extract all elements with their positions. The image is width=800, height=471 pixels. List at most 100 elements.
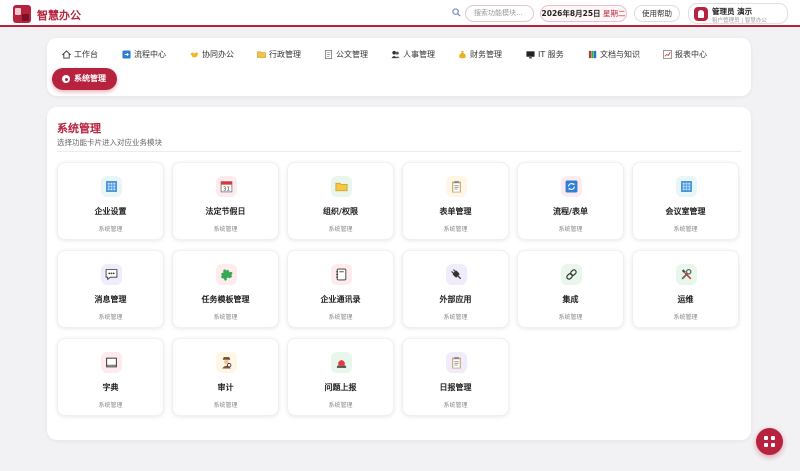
folder-icon: [257, 51, 266, 58]
date-display: 2026年8月25日 星期二: [540, 5, 627, 22]
nav-label: IT 服务: [538, 49, 564, 59]
user-role: 租户管理员 | 智慧办公: [712, 18, 767, 24]
nav-item-flow-center[interactable]: 流程中心: [122, 47, 166, 61]
people-icon: [391, 50, 400, 58]
tile-name: 日报管理: [439, 383, 472, 392]
apps-grid-button[interactable]: [756, 428, 783, 455]
computer-icon: [526, 50, 535, 58]
nav-label: 工作台: [74, 49, 98, 59]
tile-name: 组织/权限: [323, 207, 358, 216]
user-menu[interactable]: 管理员 演示 租户管理员 | 智慧办公: [688, 3, 788, 24]
home-icon: [62, 49, 71, 59]
tile-issue-report[interactable]: 问题上报 系统管理: [287, 338, 394, 416]
tile-category: 系统管理: [98, 314, 123, 321]
nav-item-collaboration[interactable]: 协同办公: [190, 47, 234, 61]
tile-name: 外部应用: [439, 295, 472, 304]
nav-item-administration[interactable]: 行政管理: [257, 47, 301, 61]
module-nav: 工作台 流程中心 协同办公 行政管理 公文管理 人事管理 财务管理 IT 服务 …: [47, 38, 751, 96]
tile-category: 系统管理: [98, 402, 123, 409]
gear-icon: [62, 75, 70, 83]
tile-meeting-rooms[interactable]: 会议室管理 系统管理: [632, 162, 739, 240]
tile-name: 任务模板管理: [201, 295, 250, 304]
tile-enterprise-directory[interactable]: 企业通讯录 系统管理: [287, 250, 394, 328]
tile-name: 集成: [562, 295, 579, 304]
detective-icon: [216, 352, 237, 373]
tile-message-management[interactable]: 消息管理 系统管理: [57, 250, 164, 328]
nav-item-system-admin[interactable]: 系统管理: [52, 68, 117, 90]
grid-dot: [764, 436, 768, 440]
money-bag-icon: [459, 50, 466, 58]
tile-category: 系统管理: [673, 314, 698, 321]
page-subtitle: 选择功能卡片进入对应业务模块: [57, 138, 162, 147]
tile-enterprise-settings[interactable]: 企业设置 系统管理: [57, 162, 164, 240]
app-title[interactable]: 智慧办公: [37, 7, 81, 23]
divider: [57, 151, 741, 152]
date-text: 2026年8月25日: [541, 9, 601, 18]
weekday-text: 星期二: [602, 9, 626, 18]
svg-text:31: 31: [223, 187, 230, 193]
nav-item-docs-knowledge[interactable]: 文档与知识: [588, 47, 640, 61]
tile-daily-report[interactable]: 日报管理 系统管理: [402, 338, 509, 416]
system-admin-panel: 系统管理 选择功能卡片进入对应业务模块 企业设置 系统管理 31 法定节假日 系…: [47, 107, 751, 440]
tile-category: 系统管理: [558, 226, 583, 233]
nav-item-official-docs[interactable]: 公文管理: [324, 47, 368, 61]
tile-name: 消息管理: [94, 295, 127, 304]
document-icon: [324, 49, 333, 59]
tile-org-permissions[interactable]: 组织/权限 系统管理: [287, 162, 394, 240]
chart-icon: [663, 49, 672, 59]
search-icon[interactable]: [452, 8, 461, 17]
tile-audit[interactable]: 审计 系统管理: [172, 338, 279, 416]
building-icon: [676, 176, 697, 197]
refresh-icon: [561, 176, 582, 197]
page-title: 系统管理: [57, 122, 101, 135]
nav-label: 行政管理: [269, 49, 301, 59]
tile-name: 表单管理: [439, 207, 472, 216]
tile-category: 系统管理: [443, 226, 468, 233]
plug-icon: [446, 264, 467, 285]
help-button[interactable]: 使用帮助: [634, 5, 680, 22]
clipboard-icon: [446, 352, 467, 373]
nav-label: 公文管理: [336, 49, 368, 59]
tile-category: 系统管理: [213, 314, 238, 321]
link-icon: [561, 264, 582, 285]
book-icon: [101, 352, 122, 373]
tile-category: 系统管理: [443, 314, 468, 321]
tile-dictionary[interactable]: 字典 系统管理: [57, 338, 164, 416]
nav-label: 报表中心: [675, 49, 707, 59]
tile-integration[interactable]: 集成 系统管理: [517, 250, 624, 328]
tile-name: 运维: [677, 295, 694, 304]
folder-icon: [331, 176, 352, 197]
grid-dot: [771, 436, 775, 440]
flow-icon: [122, 49, 131, 59]
tile-category: 系统管理: [213, 226, 238, 233]
tile-name: 字典: [102, 383, 119, 392]
nav-item-finance[interactable]: 财务管理: [458, 47, 502, 61]
search-input[interactable]: 搜索功能模块...: [465, 5, 534, 22]
tile-form-management[interactable]: 表单管理 系统管理: [402, 162, 509, 240]
chat-bubble-icon: [101, 264, 122, 285]
building-icon: [101, 176, 122, 197]
app-logo[interactable]: [13, 5, 31, 23]
calendar-icon: 31: [216, 176, 237, 197]
tools-icon: [676, 264, 697, 285]
tile-category: 系统管理: [98, 226, 123, 233]
nav-item-workbench[interactable]: 工作台: [62, 47, 98, 61]
grid-dot: [764, 443, 768, 447]
nav-item-it-service[interactable]: IT 服务: [526, 47, 564, 61]
nav-label: 财务管理: [470, 49, 502, 59]
tile-category: 系统管理: [673, 226, 698, 233]
tile-flow-forms[interactable]: 流程/表单 系统管理: [517, 162, 624, 240]
top-bar: 智慧办公 搜索功能模块... 2026年8月25日 星期二 使用帮助 管理员 演…: [0, 0, 800, 27]
tile-task-templates[interactable]: 任务模板管理 系统管理: [172, 250, 279, 328]
clipboard-icon: [446, 176, 467, 197]
nav-label: 流程中心: [134, 49, 166, 59]
siren-icon: [331, 352, 352, 373]
handshake-icon: [190, 51, 199, 57]
tile-external-apps[interactable]: 外部应用 系统管理: [402, 250, 509, 328]
nav-label: 文档与知识: [600, 49, 640, 59]
tile-operations[interactable]: 运维 系统管理: [632, 250, 739, 328]
nav-item-reports[interactable]: 报表中心: [663, 47, 707, 61]
nav-item-hr[interactable]: 人事管理: [391, 47, 435, 61]
tile-holidays[interactable]: 31 法定节假日 系统管理: [172, 162, 279, 240]
tile-name: 会议室管理: [665, 207, 706, 216]
